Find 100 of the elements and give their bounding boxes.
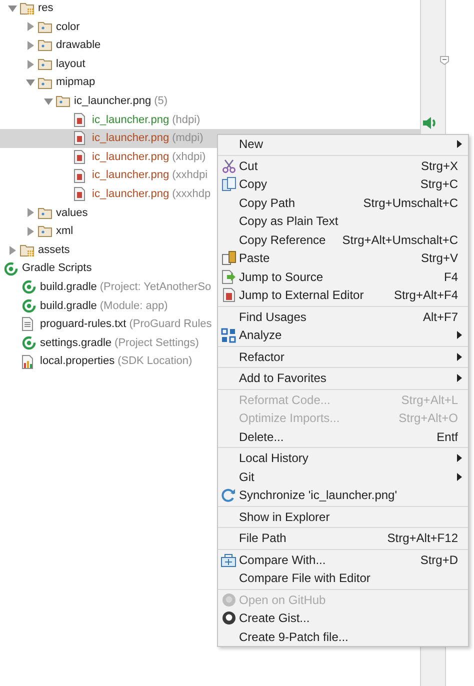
menu-item[interactable]: Refactor xyxy=(218,348,468,366)
copy-icon xyxy=(222,177,236,192)
expanded-arrow-icon[interactable] xyxy=(8,4,16,13)
menu-item[interactable]: Compare File with Editor xyxy=(218,569,468,588)
image-file-icon xyxy=(74,112,85,127)
image-file-icon xyxy=(74,168,85,183)
file-note: (Project Settings) xyxy=(114,336,199,351)
menu-item[interactable]: Copy Path Strg+Umschalt+C xyxy=(218,194,468,212)
menu-item[interactable]: Show in Explorer xyxy=(218,508,468,526)
menu-item[interactable]: Jump to External Editor Strg+Alt+F4 xyxy=(218,286,468,304)
collapsed-arrow-icon[interactable] xyxy=(8,246,16,255)
file-name: color xyxy=(56,20,80,35)
menu-item[interactable]: Git xyxy=(218,468,468,486)
tree-row[interactable]: layout xyxy=(0,54,420,74)
menu-item[interactable]: Copy as Plain Text xyxy=(218,212,468,230)
file-name: local.properties xyxy=(40,354,115,370)
file-note: (Module: app) xyxy=(100,298,168,314)
image-file-icon xyxy=(74,131,85,146)
fold-marker-icon xyxy=(440,56,449,65)
folder-icon xyxy=(38,39,52,52)
menu-item[interactable]: Synchronize 'ic_launcher.png' xyxy=(218,486,468,504)
file-note: (mdpi) xyxy=(172,131,204,146)
file-name: xml xyxy=(56,224,74,240)
compare-icon xyxy=(221,552,236,567)
expanded-arrow-icon[interactable] xyxy=(44,96,52,106)
collapsed-arrow-icon[interactable] xyxy=(26,60,34,69)
menu-item[interactable]: Create 9-Patch file... xyxy=(218,628,468,646)
image-file-icon xyxy=(74,187,85,202)
sync-icon xyxy=(221,488,236,503)
jump-to-source-icon xyxy=(222,270,236,284)
collapsed-arrow-icon[interactable] xyxy=(26,40,34,50)
menu-item[interactable]: Analyze xyxy=(218,326,468,344)
folder-icon xyxy=(56,95,70,108)
folder-icon xyxy=(38,76,52,89)
file-note: (5) xyxy=(154,94,168,110)
file-name: assets xyxy=(38,242,70,258)
analyze-icon xyxy=(221,328,236,343)
menu-item[interactable]: File Path Strg+Alt+F12 xyxy=(218,529,468,548)
menu-item[interactable]: Copy Reference Strg+Alt+Umschalt+C xyxy=(218,230,468,249)
file-name: layout xyxy=(56,56,86,72)
file-note: (SDK Location) xyxy=(118,354,192,370)
file-name: Gradle Scripts xyxy=(22,261,92,276)
gradle-icon xyxy=(22,336,36,350)
tree-row[interactable]: mipmap xyxy=(0,73,420,92)
file-note: (Project: YetAnotherSo xyxy=(100,280,212,295)
file-note: (xxxhdp xyxy=(172,186,211,202)
expanded-arrow-icon[interactable] xyxy=(26,78,34,88)
file-note: (xxhdpi xyxy=(172,168,208,184)
collapsed-arrow-icon[interactable] xyxy=(26,208,34,218)
file-name: mipmap xyxy=(56,75,96,90)
menu-item[interactable]: Paste Strg+V xyxy=(218,249,468,268)
image-file-icon xyxy=(74,150,85,164)
tree-row[interactable]: ic_launcher.png (5) xyxy=(0,92,420,111)
file-name: settings.gradle xyxy=(40,336,112,351)
file-name: values xyxy=(56,206,88,221)
folder-icon xyxy=(38,225,52,238)
github-icon xyxy=(222,611,236,626)
menu-item[interactable]: Add to Favorites xyxy=(218,369,468,388)
github-icon xyxy=(222,592,236,607)
scissors-icon xyxy=(222,158,236,173)
file-name: ic_launcher.png xyxy=(92,150,170,165)
file-note: (hdpi) xyxy=(172,112,200,128)
file-name: ic_launcher.png xyxy=(74,94,152,110)
file-name: ic_launcher.png xyxy=(92,131,170,146)
menu-item[interactable]: Local History xyxy=(218,449,468,468)
menu-item[interactable]: Jump to Source F4 xyxy=(218,268,468,286)
gradle-icon xyxy=(4,262,18,276)
collapsed-arrow-icon[interactable] xyxy=(26,22,34,32)
tree-row[interactable]: color xyxy=(0,18,420,36)
menu-item[interactable]: Copy Strg+C xyxy=(218,175,468,194)
file-name: ic_launcher.png xyxy=(92,112,170,128)
file-name: res xyxy=(38,1,54,16)
folder-icon xyxy=(38,58,52,70)
file-name: ic_launcher.png xyxy=(92,186,170,202)
properties-file-icon xyxy=(22,354,34,369)
tree-row[interactable]: res xyxy=(0,0,420,18)
gradle-icon xyxy=(22,280,36,294)
collapsed-arrow-icon[interactable] xyxy=(26,226,34,236)
folder-icon xyxy=(20,244,35,257)
paste-icon xyxy=(222,251,236,266)
file-name: drawable xyxy=(56,38,101,54)
speaker-icon xyxy=(423,116,437,130)
file-name: build.gradle xyxy=(40,298,97,314)
folder-icon xyxy=(38,206,52,219)
tree-row[interactable]: drawable xyxy=(0,36,420,55)
file-note: (xhdpi) xyxy=(172,150,206,165)
menu-item[interactable]: Delete... Entf xyxy=(218,428,468,446)
gradle-icon xyxy=(22,298,36,313)
text-file-icon xyxy=(22,317,33,332)
file-name: proguard-rules.txt xyxy=(40,317,126,332)
file-editor-icon xyxy=(222,288,236,302)
tree-row[interactable]: ic_launcher.png (hdpi) xyxy=(0,110,420,130)
file-name: ic_launcher.png xyxy=(92,168,170,184)
menu-item[interactable]: Compare With... Strg+D xyxy=(218,550,468,569)
file-name: build.gradle xyxy=(40,280,97,295)
menu-item[interactable]: Find Usages Alt+F7 xyxy=(218,308,468,326)
menu-item[interactable]: Cut Strg+X xyxy=(218,156,468,175)
file-note: (ProGuard Rules xyxy=(129,317,212,332)
folder-icon xyxy=(38,20,52,33)
menu-item[interactable]: Create Gist... xyxy=(218,609,468,628)
